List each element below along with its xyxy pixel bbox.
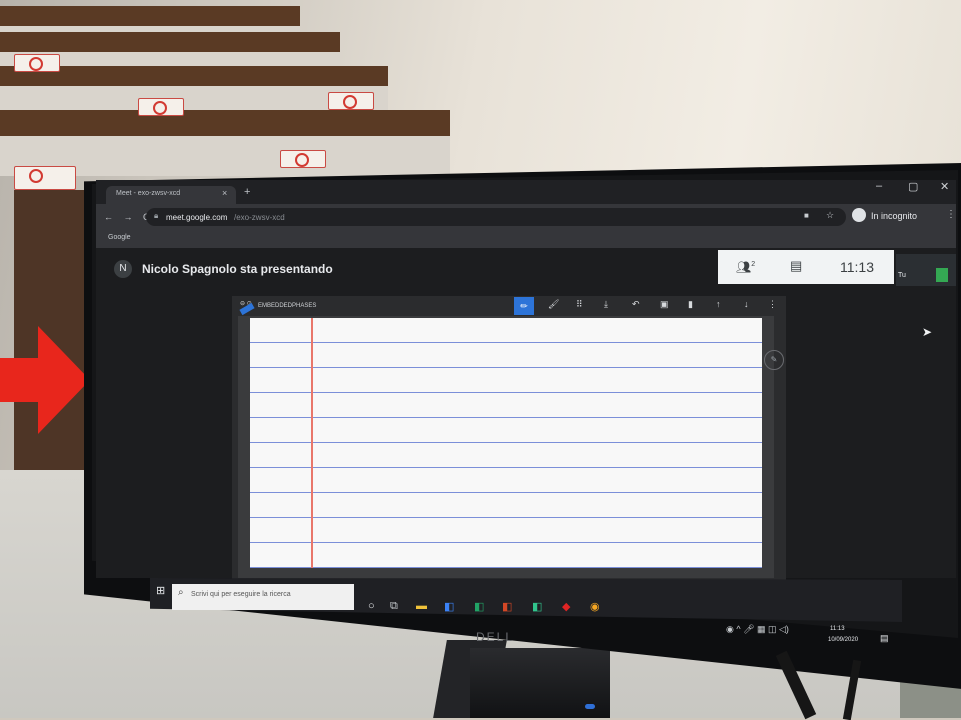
no-smoking-sign — [280, 150, 326, 168]
presenting-banner: Nicolo Spagnolo sta presentando — [142, 262, 333, 276]
power-led — [585, 704, 595, 709]
classroom-bench-row — [0, 32, 340, 54]
cortana-icon[interactable]: ○ — [368, 600, 375, 612]
classroom-bench-row — [0, 110, 450, 138]
outlook-icon[interactable]: ◧ — [444, 600, 454, 613]
taskbar-clock-time: 11:13 — [830, 626, 845, 632]
url-host: meet.google.com — [166, 213, 228, 222]
excel-icon[interactable]: ◧ — [474, 600, 484, 613]
browser-menu-icon[interactable]: ⋮ — [946, 209, 956, 220]
chrome-icon[interactable]: ◉ — [590, 600, 600, 613]
url-path: /exo-zwsv-xcd — [234, 213, 285, 222]
search-icon: ⌕ — [178, 587, 184, 598]
incognito-label[interactable]: In incognito — [871, 211, 917, 221]
scroll-down-button[interactable]: ↓ — [744, 299, 749, 309]
bookmark-star-icon[interactable]: ☆ — [826, 210, 834, 221]
maximize-button[interactable]: ▢ — [908, 180, 918, 193]
classroom-bench-row — [0, 6, 300, 28]
taskbar-search-placeholder: Scrivi qui per eseguire la ricerca — [191, 591, 291, 598]
project-icon[interactable]: ◧ — [532, 600, 542, 613]
minimize-button[interactable]: – — [876, 180, 882, 192]
edit-page-icon[interactable]: ✎ — [764, 350, 784, 370]
close-window-button[interactable]: ✕ — [940, 180, 949, 193]
monitor-brand-logo: DELL — [476, 630, 515, 644]
audio-level-icon — [936, 268, 948, 282]
no-smoking-sign — [14, 166, 76, 190]
scroll-up-button[interactable]: ↑ — [716, 299, 721, 309]
whiteboard-brand: EMBEDDEDPHASES — [258, 303, 317, 309]
new-tab-button[interactable]: + — [244, 186, 250, 198]
no-smoking-sign — [138, 98, 184, 116]
people-icon[interactable]: 👥︎2 — [736, 260, 755, 274]
tab-close-icon[interactable]: × — [222, 188, 227, 198]
no-smoking-sign — [328, 92, 374, 110]
powerpoint-icon[interactable]: ◧ — [502, 600, 512, 613]
participants-count: 2 — [751, 261, 756, 268]
undo-button[interactable]: ↶ — [632, 299, 640, 310]
bookmark-tool-button[interactable]: ▮ — [688, 299, 693, 310]
brush-tool-button[interactable]: 🖌 — [548, 299, 559, 310]
notification-icon[interactable]: ▤ — [880, 633, 889, 644]
presenter-avatar: N — [114, 260, 132, 278]
import-tool-button[interactable]: ⤓ — [604, 299, 608, 310]
chat-icon[interactable]: ▤ — [790, 258, 802, 274]
meet-clock: 11:13 — [840, 259, 874, 275]
camera-icon[interactable]: ■ — [804, 211, 809, 220]
acrobat-icon[interactable]: ◆ — [562, 600, 570, 613]
start-button[interactable]: ⊞ — [156, 584, 165, 597]
red-arrow-icon — [0, 326, 90, 434]
grid-tool-button[interactable]: ⠿ — [576, 299, 583, 310]
taskbar-clock-date: 10/09/2020 — [828, 637, 859, 643]
pen-tool-button[interactable]: ✏ — [514, 297, 534, 315]
mouse-cursor-icon: ➤ — [922, 325, 933, 339]
self-label: Tu — [898, 272, 906, 279]
bookmark-google[interactable]: Google — [108, 234, 131, 241]
lined-paper-canvas[interactable] — [250, 318, 762, 568]
page-tool-button[interactable]: ▣ — [660, 299, 669, 310]
file-explorer-icon[interactable]: ▬ — [416, 600, 427, 612]
lock-icon: 🔒︎ — [154, 211, 159, 220]
more-tools-button[interactable]: ⋮ — [768, 299, 777, 310]
no-smoking-sign — [14, 54, 60, 72]
bookmarks-bar — [96, 230, 956, 248]
incognito-icon[interactable] — [852, 208, 866, 222]
system-tray-icons[interactable]: ◉ ^ 🎤︎ ▦ ◫ ◁) — [726, 624, 789, 635]
task-view-icon[interactable]: ⧉ — [390, 600, 398, 613]
tab-title: Meet - exo-zwsv-xcd — [116, 190, 181, 197]
